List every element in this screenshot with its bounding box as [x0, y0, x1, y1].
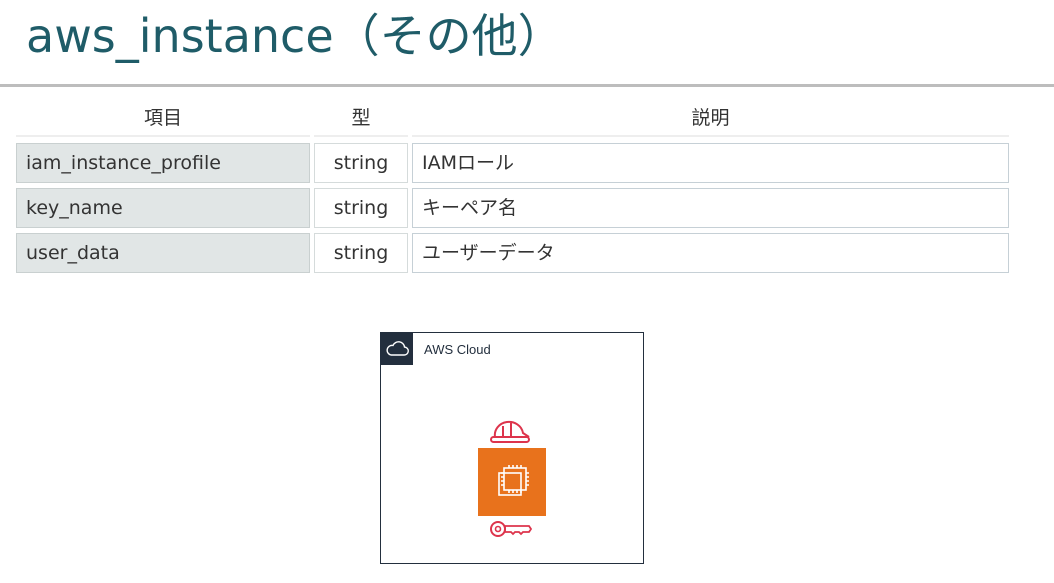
- cloud-icon: [381, 333, 413, 365]
- aws-cloud-group: AWS Cloud: [380, 332, 644, 564]
- column-header-description: 説明: [412, 103, 1009, 137]
- table-row-item: iam_instance_profile: [16, 143, 310, 183]
- table-row-type: string: [314, 188, 408, 228]
- iam-role-helmet-icon: [490, 420, 530, 443]
- table-row-description: IAMロール: [412, 143, 1009, 183]
- aws-cloud-label: AWS Cloud: [424, 342, 491, 357]
- title-divider: [0, 84, 1054, 87]
- column-header-type: 型: [314, 103, 408, 137]
- key-pair-icon: [490, 521, 533, 537]
- table-row-type: string: [314, 143, 408, 183]
- table-row-item: user_data: [16, 233, 310, 273]
- page-title: aws_instance（その他）: [26, 9, 564, 63]
- table-row-item: key_name: [16, 188, 310, 228]
- ec2-instance-icon: [478, 448, 546, 516]
- column-header-item: 項目: [16, 103, 310, 137]
- table-row-type: string: [314, 233, 408, 273]
- table-row-description: ユーザーデータ: [412, 233, 1009, 273]
- table-row-description: キーペア名: [412, 188, 1009, 228]
